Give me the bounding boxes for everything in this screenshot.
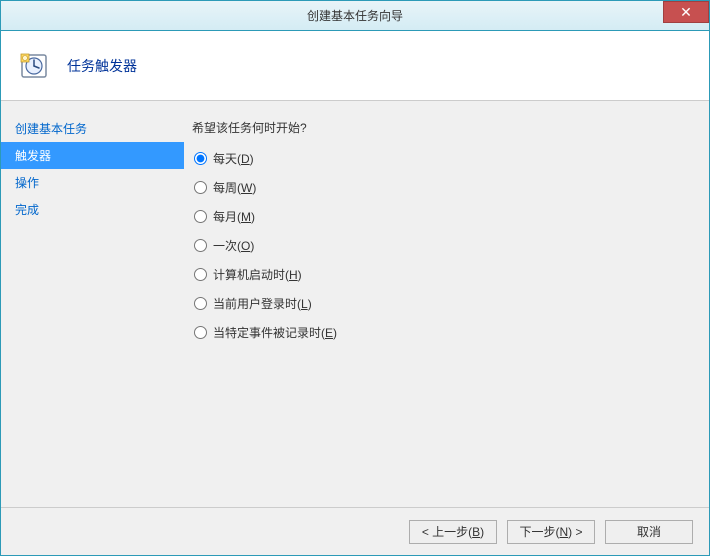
radio-mnemonic: O (241, 239, 250, 253)
next-button[interactable]: 下一步(N) > (507, 520, 595, 544)
back-button-suffix: ) (480, 525, 484, 539)
next-button-prefix: 下一步( (519, 525, 559, 539)
back-button[interactable]: < 上一步(B) (409, 520, 497, 544)
radio-mnemonic: W (241, 181, 252, 195)
radio-label: 每天(D) (213, 150, 254, 167)
radio-option-m[interactable]: 每月(M) (194, 208, 689, 225)
window-title: 创建基本任务向导 (307, 7, 403, 24)
titlebar: 创建基本任务向导 ✕ (1, 1, 709, 31)
wizard-header: 任务触发器 (1, 31, 709, 101)
prompt-text: 希望该任务何时开始? (192, 119, 689, 136)
radio-input-h[interactable] (194, 268, 207, 281)
wizard-content: 希望该任务何时开始? 每天(D) 每周(W) 每月(M) 一次(O) 计算机启动时(H)… (184, 101, 709, 507)
next-button-suffix: ) > (568, 525, 582, 539)
radio-input-e[interactable] (194, 326, 207, 339)
sidebar-item-3[interactable]: 完成 (1, 196, 184, 223)
radio-mnemonic: H (289, 268, 298, 282)
sidebar-item-0[interactable]: 创建基本任务 (1, 115, 184, 142)
radio-option-w[interactable]: 每周(W) (194, 179, 689, 196)
radio-option-e[interactable]: 当特定事件被记录时(E) (194, 324, 689, 341)
close-icon: ✕ (680, 4, 692, 21)
radio-label: 一次(O) (213, 237, 254, 254)
wizard-body: 创建基本任务触发器操作完成 希望该任务何时开始? 每天(D) 每周(W) 每月(M)… (1, 101, 709, 507)
radio-label: 每周(W) (213, 179, 256, 196)
radio-label: 计算机启动时(H) (213, 266, 302, 283)
back-button-prefix: < 上一步( (422, 525, 472, 539)
radio-label: 当前用户登录时(L) (213, 295, 312, 312)
radio-mnemonic: E (325, 326, 333, 340)
radio-option-o[interactable]: 一次(O) (194, 237, 689, 254)
radio-label: 当特定事件被记录时(E) (213, 324, 337, 341)
radio-mnemonic: M (241, 210, 251, 224)
radio-mnemonic: D (241, 152, 250, 166)
sidebar-item-2[interactable]: 操作 (1, 169, 184, 196)
radio-input-l[interactable] (194, 297, 207, 310)
wizard-footer: < 上一步(B) 下一步(N) > 取消 (1, 507, 709, 555)
radio-option-h[interactable]: 计算机启动时(H) (194, 266, 689, 283)
radio-mnemonic: L (301, 297, 308, 311)
wizard-window: 创建基本任务向导 ✕ 任务触发器 创建基本任务触发器操作完成 希望该任务何时开始… (0, 0, 710, 556)
radio-input-m[interactable] (194, 210, 207, 223)
header-title: 任务触发器 (67, 56, 137, 76)
radio-option-l[interactable]: 当前用户登录时(L) (194, 295, 689, 312)
next-mnemonic: N (559, 525, 568, 539)
radio-input-w[interactable] (194, 181, 207, 194)
close-button[interactable]: ✕ (663, 1, 709, 23)
trigger-radio-group: 每天(D) 每周(W) 每月(M) 一次(O) 计算机启动时(H) 当前用户登录时(L) 当… (192, 150, 689, 341)
wizard-sidebar: 创建基本任务触发器操作完成 (1, 101, 184, 507)
sidebar-item-1[interactable]: 触发器 (1, 142, 184, 169)
radio-input-o[interactable] (194, 239, 207, 252)
radio-label: 每月(M) (213, 208, 255, 225)
back-mnemonic: B (472, 525, 480, 539)
radio-input-d[interactable] (194, 152, 207, 165)
cancel-button[interactable]: 取消 (605, 520, 693, 544)
radio-option-d[interactable]: 每天(D) (194, 150, 689, 167)
clock-gear-icon (19, 50, 51, 82)
